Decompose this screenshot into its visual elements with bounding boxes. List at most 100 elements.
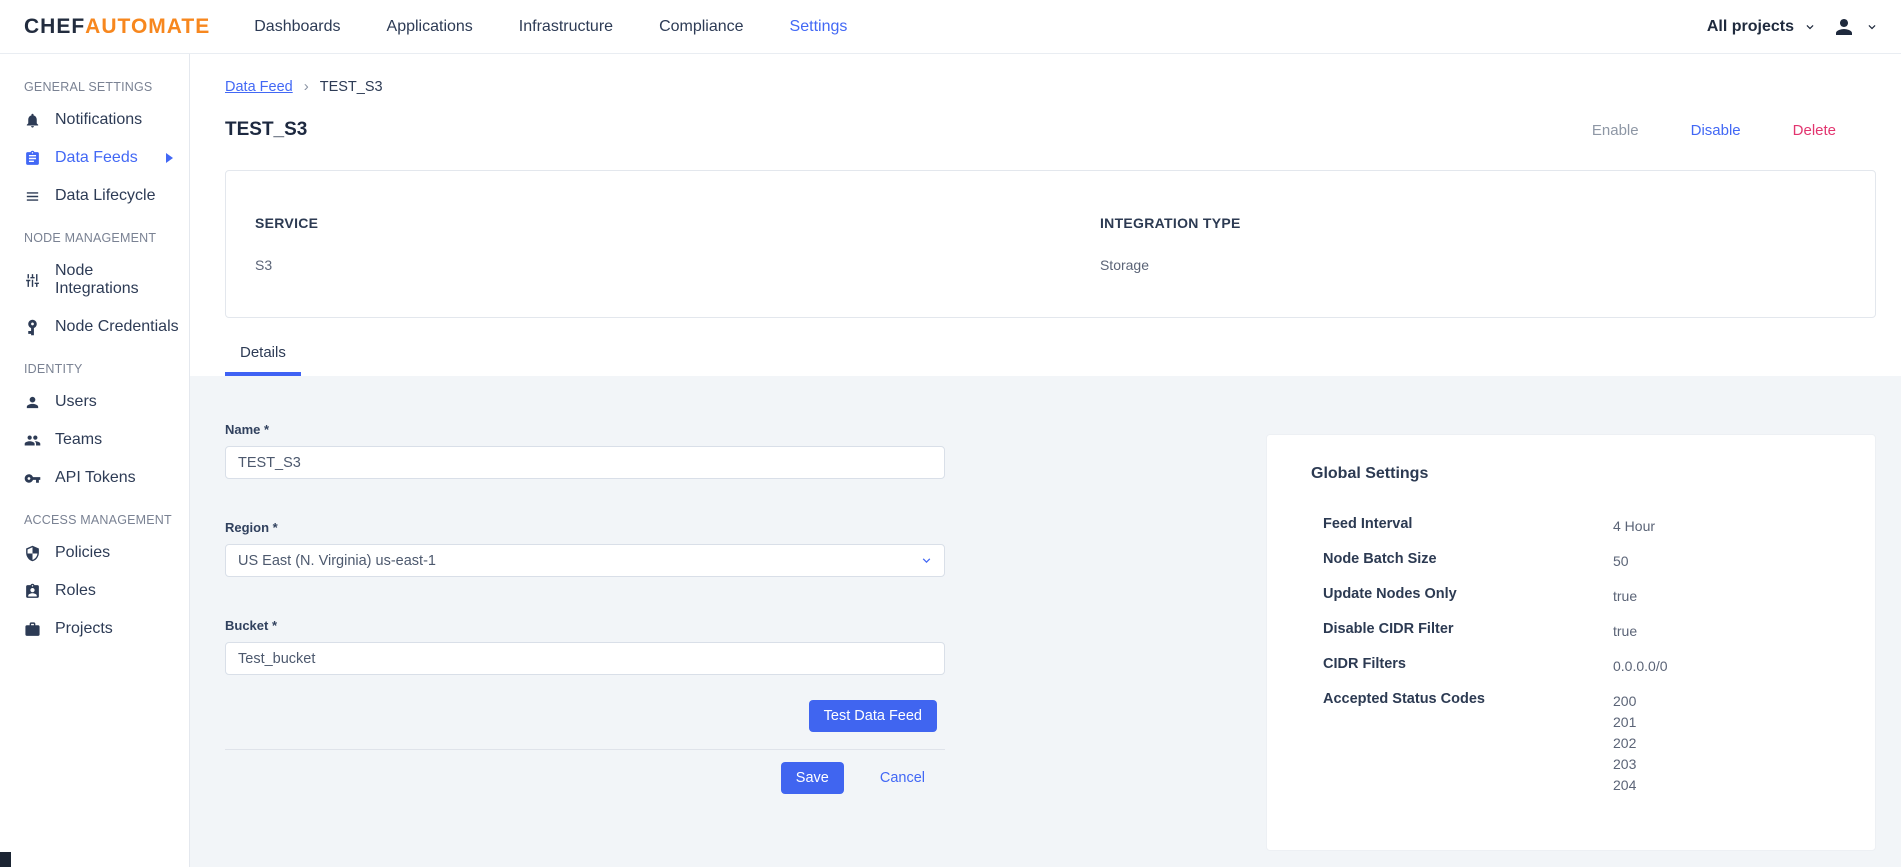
- status-code: 202: [1613, 735, 1637, 751]
- primary-nav: Dashboards Applications Infrastructure C…: [254, 18, 847, 36]
- sidebar-item-label: Users: [55, 393, 97, 410]
- sidebar-item-teams[interactable]: Teams: [0, 421, 189, 459]
- integration-type-value: Storage: [1099, 257, 1150, 273]
- sidebar-item-node-credentials[interactable]: Node Credentials: [0, 308, 189, 346]
- setting-value: 4 Hour: [1613, 518, 1656, 534]
- bucket-input[interactable]: [225, 642, 945, 675]
- setting-row-node-batch-size: Node Batch Size 50: [1323, 551, 1845, 572]
- main-content: Data Feed › TEST_S3 TEST_S3 Enable Disab…: [190, 54, 1901, 867]
- save-button[interactable]: Save: [780, 762, 844, 794]
- active-arrow-icon: [166, 153, 173, 163]
- sidebar-item-roles[interactable]: Roles: [0, 572, 189, 610]
- shield-icon: [26, 545, 39, 561]
- key-icon: [24, 473, 41, 483]
- service-header: SERVICE: [255, 215, 319, 231]
- form-divider: [225, 749, 945, 750]
- region-select[interactable]: US East (N. Virginia) us-east-1: [225, 544, 945, 577]
- summary-integration-column: INTEGRATION TYPE Storage: [1100, 215, 1875, 317]
- sidebar-item-label: Notifications: [55, 111, 143, 128]
- cancel-button[interactable]: Cancel: [880, 770, 925, 786]
- nav-settings[interactable]: Settings: [790, 18, 848, 36]
- sidebar-item-api-tokens[interactable]: API Tokens: [0, 459, 189, 497]
- setting-value: 0.0.0.0/0: [1613, 658, 1668, 674]
- status-code: 204: [1613, 777, 1637, 793]
- status-code: 201: [1613, 714, 1637, 730]
- global-settings-panel: Global Settings Feed Interval 4 Hour Nod…: [1266, 434, 1876, 851]
- feed-actions: Enable Disable Delete: [1592, 122, 1876, 139]
- sidebar-item-label: Node Credentials: [55, 318, 179, 335]
- status-code: 200: [1613, 693, 1637, 709]
- nav-dashboards[interactable]: Dashboards: [254, 18, 340, 36]
- key-vertical-icon: [28, 319, 37, 335]
- sidebar-section-general-settings: GENERAL SETTINGS: [24, 80, 153, 94]
- person-icon: [26, 396, 39, 408]
- data-feed-form: Name * Region * US East (N. Virginia) us…: [225, 422, 945, 867]
- name-field-label: Name *: [225, 422, 270, 437]
- corner-block: [0, 852, 11, 867]
- sidebar-item-label: API Tokens: [55, 469, 136, 486]
- breadcrumb-current: TEST_S3: [319, 78, 383, 95]
- user-profile-icon[interactable]: [1832, 15, 1856, 39]
- sidebar-item-label: Data Feeds: [55, 149, 138, 166]
- sidebar-item-policies[interactable]: Policies: [0, 534, 189, 572]
- breadcrumb: Data Feed › TEST_S3: [225, 78, 1876, 95]
- chevron-down-icon[interactable]: [1865, 20, 1879, 34]
- sidebar-item-data-lifecycle[interactable]: Data Lifecycle: [0, 177, 189, 215]
- integration-type-header: INTEGRATION TYPE: [1099, 215, 1241, 231]
- sidebar-item-data-feeds[interactable]: Data Feeds: [0, 139, 189, 177]
- chevron-down-icon: [922, 558, 931, 563]
- setting-row-accepted-status-codes: Accepted Status Codes 200 201 202 203 20…: [1323, 691, 1845, 796]
- summary-service-column: SERVICE S3: [226, 215, 1100, 317]
- chef-automate-logo[interactable]: CHEFAUTOMATE: [24, 15, 210, 39]
- setting-value: 50: [1613, 553, 1629, 569]
- region-selected-value: US East (N. Virginia) us-east-1: [238, 552, 436, 569]
- clipboard-icon: [26, 150, 39, 165]
- bucket-field-label: Bucket *: [225, 618, 278, 633]
- global-settings-title: Global Settings: [1311, 465, 1429, 482]
- sidebar-item-notifications[interactable]: Notifications: [0, 101, 189, 139]
- top-navbar: CHEFAUTOMATE Dashboards Applications Inf…: [0, 0, 1901, 54]
- sidebar-item-label: Projects: [55, 620, 113, 637]
- settings-sidebar: GENERAL SETTINGS Notifications Data Feed…: [0, 54, 190, 867]
- sidebar-item-users[interactable]: Users: [0, 383, 189, 421]
- name-input[interactable]: [225, 446, 945, 479]
- service-value: S3: [255, 257, 273, 273]
- enable-button[interactable]: Enable: [1592, 122, 1639, 139]
- tab-bar: Details: [225, 344, 1876, 376]
- region-field-label: Region *: [225, 520, 278, 535]
- people-icon: [24, 435, 41, 445]
- sidebar-item-label: Roles: [55, 582, 96, 599]
- sidebar-section-identity: IDENTITY: [24, 362, 83, 376]
- sidebar-item-node-integrations[interactable]: Node Integrations: [0, 252, 189, 308]
- setting-value: true: [1613, 588, 1638, 604]
- disable-button[interactable]: Disable: [1691, 122, 1741, 139]
- nav-applications[interactable]: Applications: [387, 18, 473, 36]
- breadcrumb-separator: ›: [303, 78, 309, 95]
- service-summary-card: SERVICE S3 INTEGRATION TYPE Storage: [225, 170, 1876, 318]
- briefcase-icon: [25, 621, 40, 636]
- sidebar-item-projects[interactable]: Projects: [0, 610, 189, 648]
- page-title: TEST_S3: [225, 119, 308, 140]
- bell-icon: [26, 113, 39, 128]
- setting-row-update-nodes-only: Update Nodes Only true: [1323, 586, 1845, 607]
- sidebar-section-access-management: ACCESS MANAGEMENT: [24, 513, 172, 527]
- nav-infrastructure[interactable]: Infrastructure: [519, 18, 613, 36]
- setting-row-feed-interval: Feed Interval 4 Hour: [1323, 516, 1845, 537]
- tab-details[interactable]: Details: [225, 344, 301, 376]
- nav-compliance[interactable]: Compliance: [659, 18, 743, 36]
- sidebar-item-label: Node Integrations: [55, 262, 139, 297]
- badge-icon: [26, 583, 39, 598]
- test-data-feed-button[interactable]: Test Data Feed: [808, 700, 937, 732]
- delete-button[interactable]: Delete: [1793, 122, 1836, 139]
- status-code: 203: [1613, 756, 1637, 772]
- logo-chef: CHEF: [24, 14, 86, 38]
- sidebar-item-label: Teams: [55, 431, 103, 448]
- header-right-group: All projects: [1707, 15, 1879, 39]
- breadcrumb-data-feed-link[interactable]: Data Feed: [225, 79, 293, 95]
- projects-filter-button[interactable]: All projects: [1707, 18, 1794, 36]
- sidebar-item-label: Policies: [55, 544, 111, 561]
- global-settings-column: Global Settings Feed Interval 4 Hour Nod…: [1266, 434, 1876, 867]
- chevron-down-icon[interactable]: [1803, 20, 1817, 34]
- setting-value: true: [1613, 623, 1638, 639]
- sliders-icon: [26, 273, 39, 287]
